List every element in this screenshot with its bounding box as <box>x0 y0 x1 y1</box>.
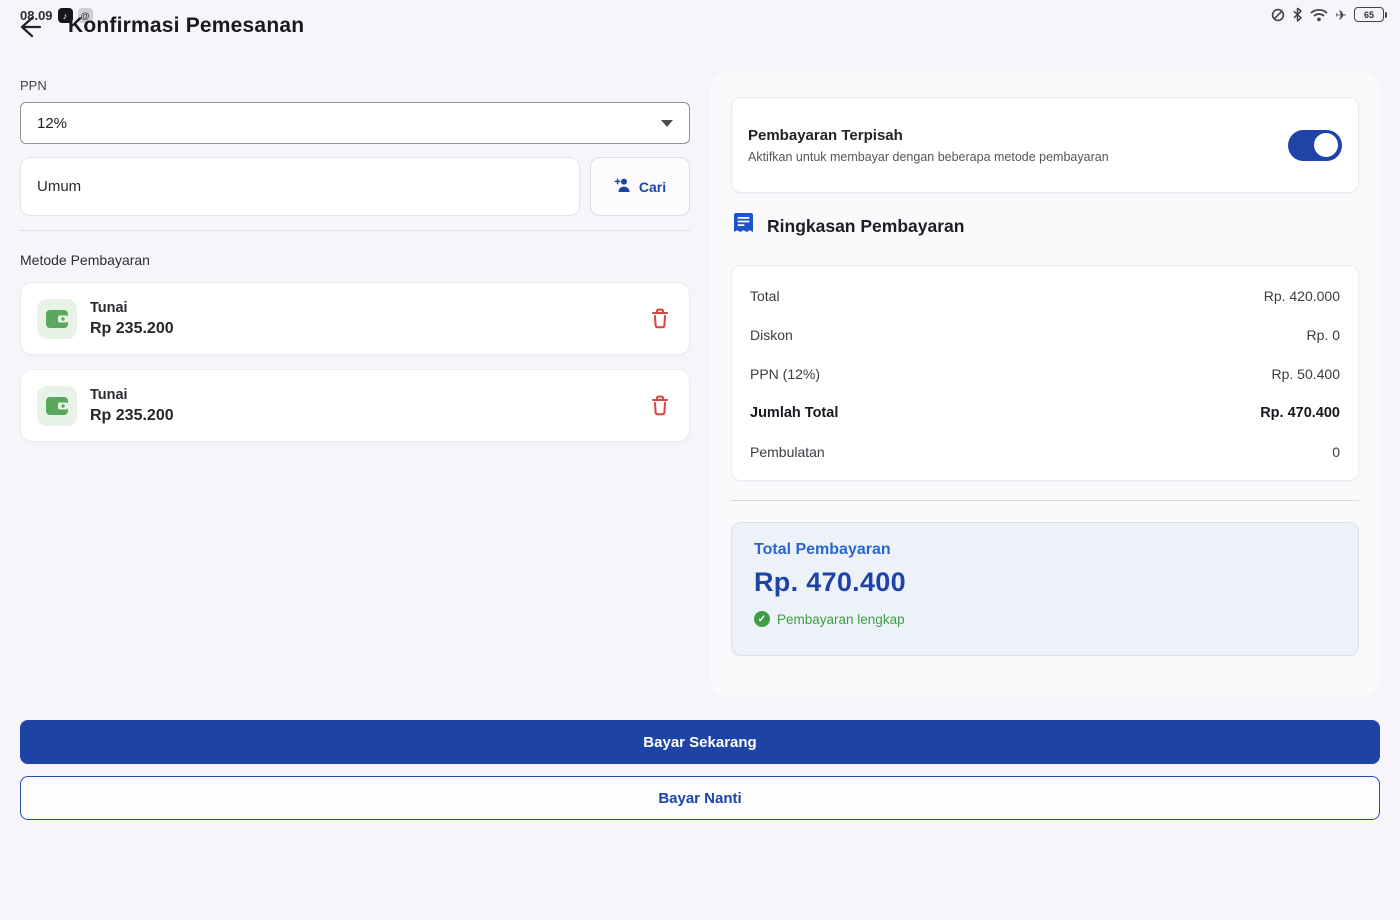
delete-payment-button[interactable] <box>647 306 673 332</box>
divider <box>20 230 690 231</box>
chevron-down-icon <box>661 120 673 127</box>
payment-method-name: Tunai <box>90 387 647 403</box>
payment-summary-panel: Pembayaran Terpisah Aktifkan untuk memba… <box>710 72 1380 697</box>
ppn-selected-value: 12% <box>37 115 67 132</box>
bluetooth-icon <box>1292 7 1303 22</box>
summary-card: Total Rp. 420.000 Diskon Rp. 0 PPN (12%)… <box>731 265 1359 481</box>
battery-percent: 65 <box>1364 10 1374 20</box>
metode-pembayaran-label: Metode Pembayaran <box>20 252 690 268</box>
total-payment-card: Total Pembayaran Rp. 470.400 ✓ Pembayara… <box>731 522 1359 656</box>
summary-row: Diskon Rp. 0 <box>750 315 1340 354</box>
delete-payment-button[interactable] <box>647 393 673 419</box>
summary-row-value: Rp. 0 <box>1307 327 1340 343</box>
summary-row-total: Jumlah Total Rp. 470.400 <box>750 394 1340 433</box>
ppn-select[interactable]: 12% <box>20 102 690 144</box>
person-add-icon <box>614 177 632 196</box>
cari-button-label: Cari <box>639 179 666 195</box>
summary-row-label: Total <box>750 288 780 304</box>
payment-method-amount: Rp 235.200 <box>90 320 647 338</box>
total-payment-label: Total Pembayaran <box>754 541 1336 559</box>
summary-row-value: 0 <box>1332 444 1340 460</box>
payment-method-amount: Rp 235.200 <box>90 407 647 425</box>
back-button[interactable] <box>16 14 44 42</box>
summary-heading: Ringkasan Pembayaran <box>767 216 964 237</box>
wifi-icon <box>1310 8 1328 22</box>
left-column: PPN 12% Cari Metode Pembayaran Tunai Rp … <box>20 78 690 442</box>
receipt-icon <box>733 212 754 241</box>
payment-complete-status: Pembayaran lengkap <box>777 612 905 627</box>
payment-method-name: Tunai <box>90 300 647 316</box>
split-payment-subtitle: Aktifkan untuk membayar dengan beberapa … <box>748 150 1288 164</box>
bayar-nanti-button[interactable]: Bayar Nanti <box>20 776 1380 820</box>
check-circle-icon: ✓ <box>754 611 770 627</box>
cari-button[interactable]: Cari <box>590 157 690 216</box>
summary-row-value: Rp. 470.400 <box>1260 405 1340 421</box>
summary-row-label: Pembulatan <box>750 444 825 460</box>
payment-method-card: Tunai Rp 235.200 <box>20 369 690 442</box>
divider <box>731 500 1359 501</box>
customer-input[interactable] <box>20 157 580 216</box>
summary-row: Pembulatan 0 <box>750 433 1340 472</box>
total-payment-amount: Rp. 470.400 <box>754 567 1336 598</box>
split-payment-title: Pembayaran Terpisah <box>748 127 1288 144</box>
split-payment-card: Pembayaran Terpisah Aktifkan untuk memba… <box>731 97 1359 193</box>
wallet-icon <box>37 299 77 339</box>
summary-row-value: Rp. 420.000 <box>1264 288 1340 304</box>
summary-row-value: Rp. 50.400 <box>1272 366 1341 382</box>
page-title: Konfirmasi Pemesanan <box>68 14 304 38</box>
payment-method-card: Tunai Rp 235.200 <box>20 282 690 355</box>
summary-row: Total Rp. 420.000 <box>750 276 1340 315</box>
battery-icon: 65 <box>1354 7 1384 22</box>
ppn-label: PPN <box>20 78 690 93</box>
summary-row-label: Jumlah Total <box>750 405 838 421</box>
summary-row: PPN (12%) Rp. 50.400 <box>750 354 1340 393</box>
wallet-icon <box>37 386 77 426</box>
split-payment-toggle[interactable] <box>1288 130 1342 161</box>
airplane-mode-icon: ✈ <box>1335 8 1347 22</box>
summary-row-label: PPN (12%) <box>750 366 820 382</box>
mute-icon <box>1271 8 1285 22</box>
bayar-sekarang-button[interactable]: Bayar Sekarang <box>20 720 1380 764</box>
toggle-knob <box>1314 133 1338 157</box>
summary-row-label: Diskon <box>750 327 793 343</box>
